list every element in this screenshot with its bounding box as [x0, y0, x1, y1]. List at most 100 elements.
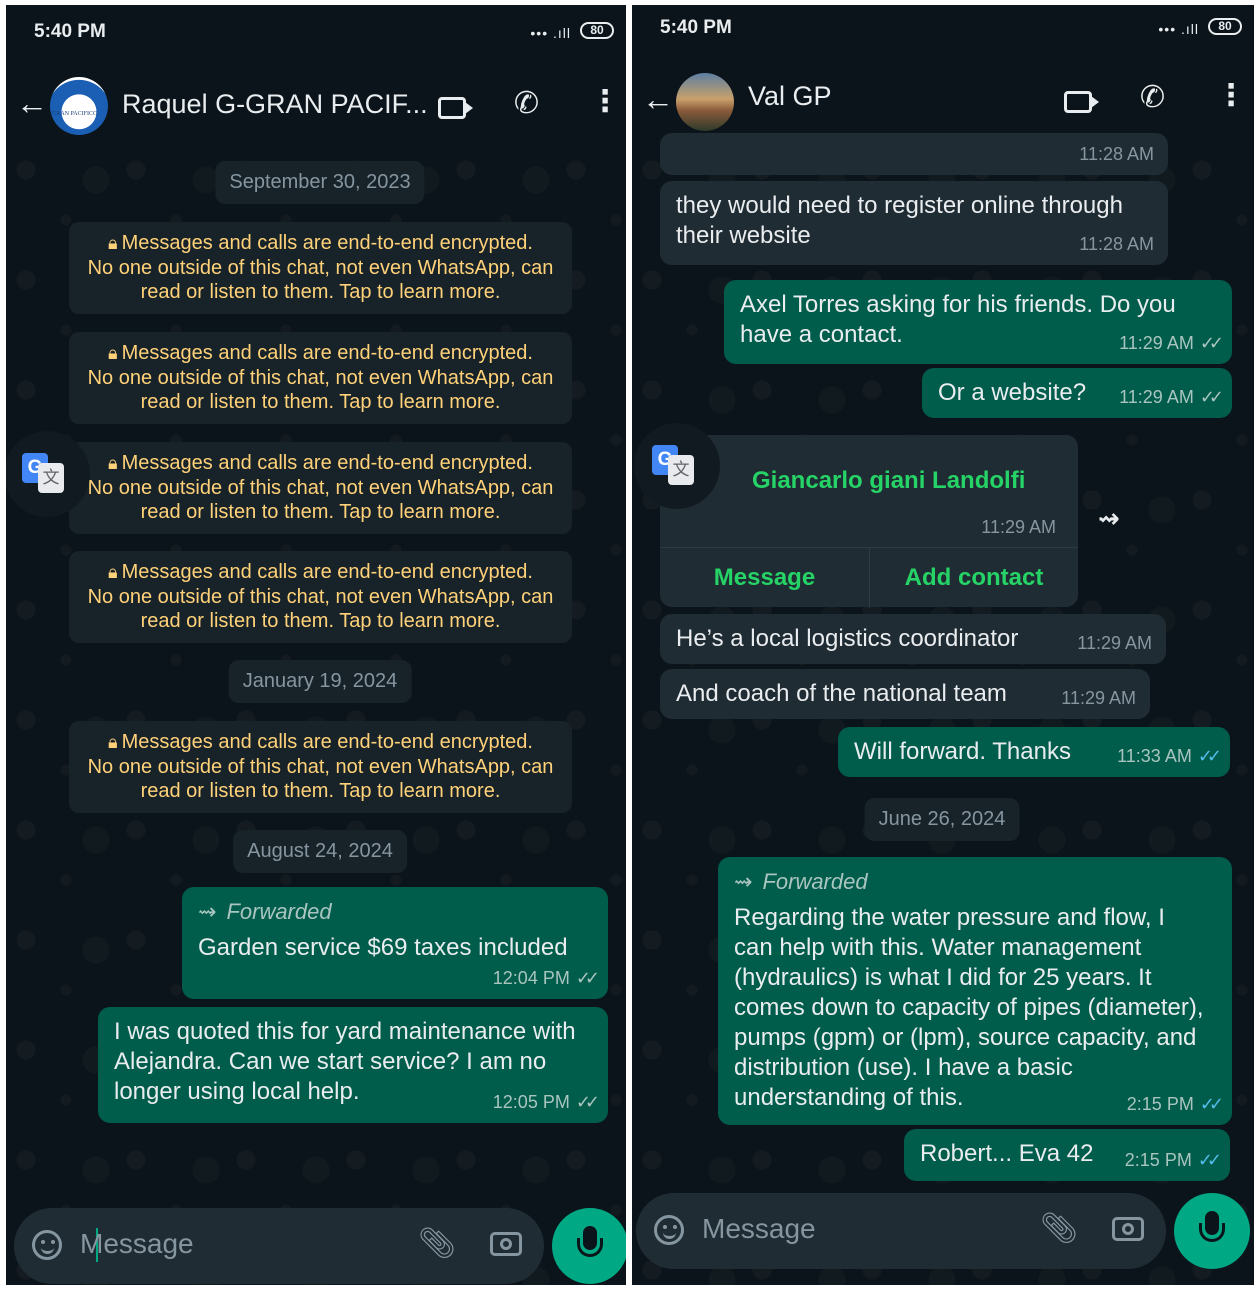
- lock-icon: 🔒︎: [108, 562, 118, 582]
- lock-icon: 🔒︎: [108, 453, 118, 473]
- avatar[interactable]: [50, 77, 108, 135]
- double-check-icon: ✓✓: [1199, 1094, 1224, 1114]
- date-separator: August 24, 2024: [233, 830, 407, 873]
- encryption-notice[interactable]: 🔒︎ Messages and calls are end-to-end encr…: [69, 442, 572, 534]
- contact-card-actions: Message Add contact: [660, 547, 1078, 608]
- avatar[interactable]: [676, 73, 734, 131]
- date-separator: June 26, 2024: [864, 798, 1020, 841]
- status-bar: 5:40 PM ••• .ıll 80: [632, 5, 1254, 55]
- kebab-menu-icon[interactable]: ⋮: [1216, 81, 1246, 111]
- video-call-icon[interactable]: [438, 97, 473, 119]
- phone-icon[interactable]: ✆: [514, 89, 539, 119]
- double-check-icon: ✓✓: [1197, 1150, 1222, 1170]
- paperclip-icon[interactable]: 📎︎: [418, 1226, 456, 1261]
- lock-icon: 🔒︎: [108, 233, 118, 253]
- message-meta: 11:29 AM: [1061, 688, 1136, 708]
- arrow-left-icon[interactable]: ←: [642, 83, 674, 115]
- status-time: 5:40 PM: [660, 17, 732, 38]
- camera-icon[interactable]: [1112, 1217, 1144, 1241]
- chat-header: ← Val GP ✆ ⋮: [632, 61, 1254, 141]
- encryption-line: read or listen to them. Tap to learn mor…: [140, 281, 501, 303]
- encryption-notice[interactable]: 🔒︎ Messages and calls are end-to-end encr…: [69, 332, 572, 424]
- double-check-icon: ✓✓: [1199, 333, 1224, 353]
- forwarded-label: ⇝ Forwarded: [198, 899, 332, 924]
- encryption-line: No one outside of this chat, not even Wh…: [87, 585, 554, 608]
- chat-header: ← Raquel G-GRAN PACIF... ✆ ⋮: [6, 65, 626, 145]
- emoji-icon[interactable]: [654, 1215, 684, 1245]
- encryption-line: 🔒︎ Messages and calls are end-to-end encr…: [108, 342, 533, 364]
- message-input-bar[interactable]: Message 📎︎: [636, 1193, 1166, 1269]
- message-meta: 11:29 AM: [1077, 633, 1152, 653]
- camera-icon[interactable]: [490, 1232, 522, 1256]
- message-meta: 11:29 AM ✓✓: [1119, 387, 1224, 407]
- message-meta: 11:29 AM ✓✓: [1119, 333, 1224, 353]
- google-translate-icon[interactable]: G文: [6, 431, 90, 517]
- message-meta: 11:28 AM: [1079, 144, 1154, 164]
- signal-icon: ••• .ıll: [1158, 21, 1199, 37]
- google-translate-icon[interactable]: G文: [634, 423, 720, 509]
- video-call-icon[interactable]: [1064, 91, 1099, 113]
- message-meta: 12:04 PM ✓✓: [492, 968, 600, 988]
- card-add-contact-button[interactable]: Add contact: [870, 548, 1078, 608]
- encryption-line: read or listen to them. Tap to learn mor…: [140, 610, 501, 632]
- forwarded-label: ⇝ Forwarded: [734, 869, 868, 894]
- message-bubble-incoming[interactable]: And coach of the national team 11:29 AM: [660, 669, 1150, 719]
- date-separator: January 19, 2024: [228, 660, 412, 703]
- battery-icon: 80: [580, 22, 614, 39]
- lock-icon: 🔒︎: [108, 343, 118, 363]
- message-bubble-outgoing[interactable]: ⇝ Forwarded Regarding the water pressure …: [718, 857, 1232, 1125]
- left-chat-screen: 5:40 PM ••• .ıll 80 ← Raquel G-GRAN PACI…: [6, 5, 626, 1285]
- emoji-icon[interactable]: [32, 1230, 62, 1260]
- microphone-icon[interactable]: [552, 1208, 626, 1284]
- message-bubble-outgoing[interactable]: Axel Torres asking for his friends. Do y…: [724, 280, 1232, 364]
- message-bubble-outgoing[interactable]: Will forward. Thanks 11:33 AM ✓✓: [838, 727, 1230, 777]
- encryption-notice[interactable]: 🔒︎ Messages and calls are end-to-end encr…: [69, 222, 572, 314]
- double-check-icon: ✓✓: [575, 968, 600, 988]
- phone-icon[interactable]: ✆: [1140, 83, 1165, 113]
- message-bubble-outgoing[interactable]: I was quoted this for yard maintenance w…: [98, 1007, 608, 1123]
- contact-card[interactable]: Giancarlo giani Landolfi 11:29 AM Messag…: [660, 435, 1078, 608]
- message-bubble-outgoing[interactable]: Or a website? 11:29 AM ✓✓: [922, 368, 1232, 418]
- message-bubble-outgoing[interactable]: ⇝ Forwarded Garden service $69 taxes incl…: [182, 887, 608, 999]
- message-meta: 12:05 PM ✓✓: [492, 1092, 600, 1112]
- encryption-line: No one outside of this chat, not even Wh…: [87, 256, 554, 279]
- encryption-line: read or listen to them. Tap to learn mor…: [140, 780, 501, 802]
- microphone-icon[interactable]: [1174, 1193, 1250, 1269]
- right-chat-screen: 5:40 PM ••• .ıll 80 ← Val GP ✆ ⋮ 11:28 A…: [632, 5, 1254, 1285]
- paperclip-icon[interactable]: 📎︎: [1040, 1211, 1078, 1246]
- date-separator: September 30, 2023: [215, 161, 425, 204]
- contact-card-name[interactable]: Giancarlo giani Landolfi: [752, 467, 1025, 495]
- card-message-button[interactable]: Message: [660, 548, 869, 608]
- encryption-notice[interactable]: 🔒︎ Messages and calls are end-to-end encr…: [69, 721, 572, 813]
- message-meta: 2:15 PM ✓✓: [1124, 1150, 1222, 1170]
- message-meta: 11:28 AM: [1079, 234, 1154, 254]
- message-input-bar[interactable]: Message 📎︎: [14, 1208, 544, 1284]
- encryption-line: 🔒︎ Messages and calls are end-to-end encr…: [108, 731, 533, 753]
- message-bubble-outgoing[interactable]: Robert... Eva 42 2:15 PM ✓✓: [904, 1129, 1230, 1181]
- arrow-left-icon[interactable]: ←: [16, 87, 48, 119]
- message-text: Regarding the water pressure and flow, I…: [734, 904, 1204, 1111]
- forward-icon: ⇝: [198, 899, 217, 924]
- forward-icon: ⇝: [734, 869, 753, 894]
- encryption-line: 🔒︎ Messages and calls are end-to-end encr…: [108, 561, 533, 583]
- contact-name[interactable]: Val GP: [748, 81, 832, 112]
- double-check-icon: ✓✓: [575, 1092, 600, 1112]
- kebab-menu-icon[interactable]: ⋮: [590, 87, 620, 117]
- encryption-line: read or listen to them. Tap to learn mor…: [140, 391, 501, 413]
- encryption-notice[interactable]: 🔒︎ Messages and calls are end-to-end encr…: [69, 551, 572, 643]
- message-meta: 11:33 AM ✓✓: [1117, 746, 1222, 766]
- encryption-line: 🔒︎ Messages and calls are end-to-end encr…: [108, 232, 533, 254]
- message-bubble-incoming[interactable]: they would need to register online throu…: [660, 181, 1168, 265]
- message-input[interactable]: Message: [702, 1213, 816, 1245]
- contact-name[interactable]: Raquel G-GRAN PACIF...: [122, 89, 428, 120]
- encryption-line: No one outside of this chat, not even Wh…: [87, 476, 554, 499]
- message-text: Garden service $69 taxes included: [198, 934, 568, 961]
- message-bubble-incoming[interactable]: He’s a local logistics coordinator 11:29…: [660, 614, 1166, 664]
- forward-icon[interactable]: ⇝: [1098, 503, 1120, 534]
- message-meta: 11:29 AM: [981, 517, 1056, 537]
- encryption-line: No one outside of this chat, not even Wh…: [87, 755, 554, 778]
- message-bubble-incoming[interactable]: 11:28 AM: [660, 133, 1168, 175]
- encryption-line: read or listen to them. Tap to learn mor…: [140, 501, 501, 523]
- encryption-line: No one outside of this chat, not even Wh…: [87, 366, 554, 389]
- message-input[interactable]: Message: [80, 1228, 194, 1260]
